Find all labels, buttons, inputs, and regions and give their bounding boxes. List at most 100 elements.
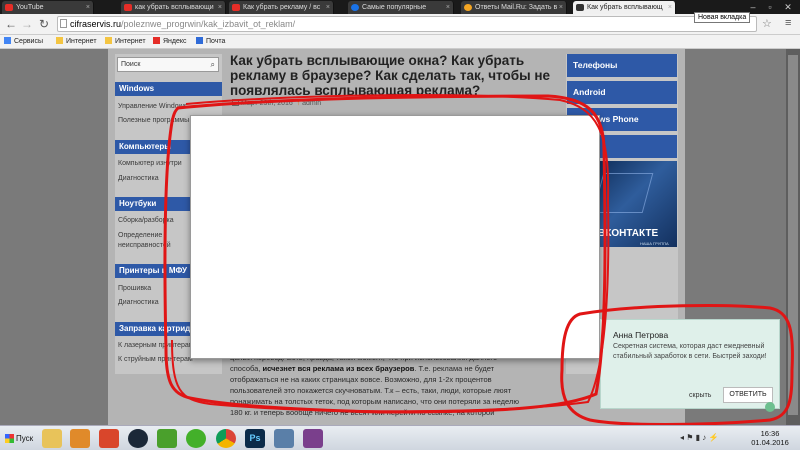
bookmark-folder-internet[interactable]: Интернет [56,35,97,48]
tab-title: как убрать всплывающи [135,4,214,11]
nav-section-windows[interactable]: Windows [115,82,222,96]
site-favicon-icon [576,4,584,11]
search-icon[interactable]: ⌕ [211,58,215,71]
browser-toolbar: ← → ↻ cifraservis.ru/poleznwe_progrwin/k… [0,14,800,35]
taskbar-clock[interactable]: 16:36 01.04.2016 [744,429,796,447]
address-bar[interactable]: cifraservis.ru/poleznwe_progrwin/kak_izb… [57,16,757,32]
maximize-icon[interactable]: ▫ [762,1,778,13]
article-line: 180 кг. и теперь вообще ничего не весят … [230,408,495,417]
tab-youtube[interactable]: YouTube × [2,1,94,14]
right-nav-android[interactable]: Android [567,81,677,104]
tab-title: YouTube [16,4,44,11]
tab-title: Самые популярные [362,4,427,11]
hide-button[interactable]: скрыть [689,392,711,399]
media-player-icon[interactable] [70,429,90,448]
author-icon: ↑ [296,100,301,107]
close-icon[interactable]: × [446,1,450,14]
bookmark-yandex[interactable]: Яндекс [153,35,187,48]
apps-icon [4,37,11,44]
window-close-icon[interactable]: ✕ [780,1,796,13]
folder-icon[interactable] [42,429,62,448]
winrar-icon[interactable] [303,429,323,448]
plus-app-icon[interactable] [186,429,206,448]
page-scrollbar[interactable] [786,49,800,425]
photoshop-icon[interactable]: Ps [245,429,265,448]
article-text: способа, [230,364,261,373]
tab-active-article[interactable]: Как убрать всплывающ × [573,1,676,14]
banner-decoration [592,173,654,213]
tab-remove-ads[interactable]: Как убрать рекламу / вс × [229,1,334,14]
bookmark-label: Яндекс [163,38,187,45]
tab-mailru-answers[interactable]: Ответы Mail.Ru: Задать в × [461,1,567,14]
close-icon[interactable]: × [86,1,90,14]
windows-logo-icon [5,434,14,443]
bookmark-services[interactable]: Сервисы [4,35,43,48]
utorrent-icon[interactable] [157,429,177,448]
bookmark-label: Почта [206,38,226,45]
clock-date: 01.04.2016 [751,438,789,447]
calendar-icon [232,99,239,106]
tab-title: Ответы Mail.Ru: Задать в [475,4,558,11]
bookmark-label: Сервисы [14,38,44,45]
folder-icon [105,37,112,44]
nav-link[interactable]: Управление Windows [118,102,221,111]
vk-label: ВКОНТАКТЕ [598,228,659,239]
bookmarks-bar: Сервисы Интернет Интернет Яндекс Почта [0,35,800,49]
forward-arrow-icon[interactable]: → [20,17,34,31]
start-label: Пуск [16,434,34,443]
menu-icon[interactable]: ≡ [785,17,791,29]
scrollbar-thumb[interactable] [788,55,798,415]
vk-sublabel: НАША ГРУППА [640,241,669,246]
tab-title: Как убрать рекламу / вс [243,4,321,11]
url-host: cifraservis.ru [70,19,122,29]
article-text: . Т.е. реклама не будет [414,364,495,373]
steam-icon[interactable] [128,429,148,448]
close-icon[interactable]: × [218,1,222,14]
folder-icon [56,37,63,44]
article-meta: Март 29th, 2016 ↑ admin [232,99,321,107]
bookmark-star-icon[interactable]: ☆ [762,17,772,30]
notification-indicator-icon [765,402,775,412]
popup-window[interactable] [190,115,600,359]
game-icon[interactable] [99,429,119,448]
article-date: Март 29th, 2016 [241,100,293,107]
vk-group-banner[interactable]: ВКОНТАКТЕ НАША ГРУППА [592,161,677,247]
mail-icon [196,37,203,44]
chrome-icon[interactable] [216,429,236,448]
tab-search-popup[interactable]: как убрать всплывающи × [121,1,226,14]
close-icon[interactable]: × [326,1,330,14]
question-favicon-icon [464,4,472,11]
bookmark-mail[interactable]: Почта [196,35,225,48]
article-bold-text: исчезнет вся реклама из всех браузеров [262,364,415,373]
notification-message: Секретная система, которая даст ежедневн… [613,343,767,360]
site-search-input[interactable]: Поиск ⌕ [117,57,219,72]
close-icon[interactable]: × [668,1,672,14]
article-title: Как убрать всплывающие окна? Как убрать … [230,53,551,98]
close-icon[interactable]: × [559,1,563,14]
reload-icon[interactable]: ↻ [37,17,51,31]
search-placeholder: Поиск [121,61,141,68]
message-notification[interactable]: Анна Петрова Секретная система, которая … [600,319,780,412]
article-line: отображаться не на каких страницах вовсе… [230,375,492,384]
tab-title: Как убрать всплывающ [587,4,663,11]
article-author[interactable]: admin [302,100,321,107]
article-line: пользователей это покажется скучноватым.… [230,386,512,395]
article-line: способа, исчезнет вся реклама из всех бр… [230,363,560,374]
start-button[interactable]: Пуск [2,429,36,448]
article-line: понажимать на толстых теток, под которым… [230,397,519,406]
url-path: /poleznwe_progrwin/kak_izbavit_ot_reklam… [121,19,296,29]
bookmark-folder-internet-2[interactable]: Интернет [105,35,146,48]
screen: YouTube × как убрать всплывающи × Как уб… [0,0,800,450]
yandex-icon [153,37,160,44]
youtube-favicon-icon [124,4,132,11]
clock-time: 16:36 [760,429,780,438]
tab-popular[interactable]: Самые популярные × [348,1,454,14]
sender-name: Анна Петрова [613,330,669,340]
another-photoshop-icon[interactable] [274,429,294,448]
right-nav-phones[interactable]: Телефоны [567,54,677,77]
play-favicon-icon [351,4,359,11]
system-tray[interactable]: ◂ ⚑ ▮ ♪ ⚡ [680,433,718,442]
article-body: целый хоровод. Есть, правда, такой момен… [230,352,560,418]
reply-button[interactable]: ОТВЕТИТЬ [723,387,773,403]
back-arrow-icon[interactable]: ← [4,17,18,31]
